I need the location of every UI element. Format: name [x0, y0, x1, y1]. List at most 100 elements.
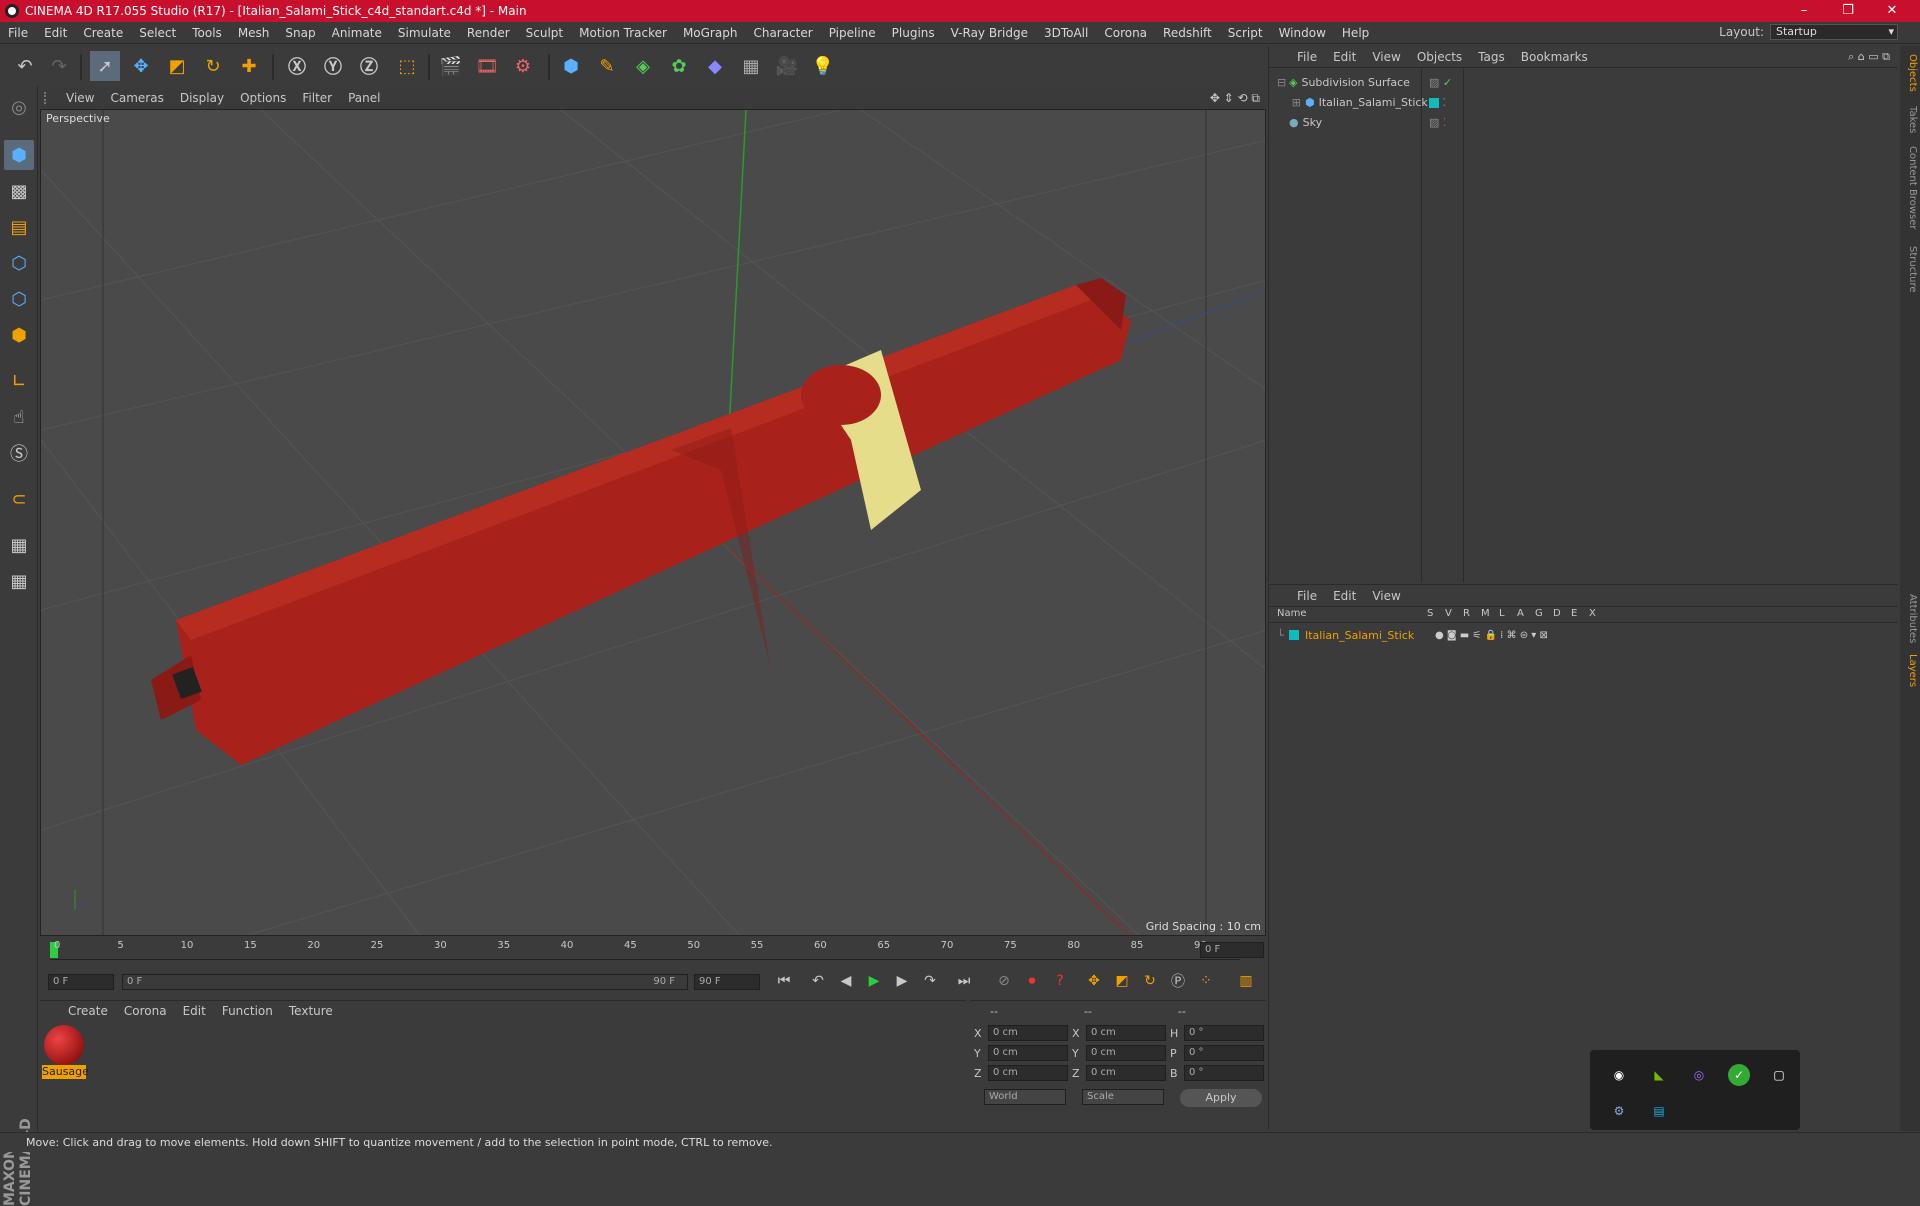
z-axis-lock-icon[interactable]: Ⓩ: [354, 51, 384, 81]
viewport-menu-view[interactable]: View: [58, 91, 102, 105]
minimize-button[interactable]: –: [1782, 0, 1826, 22]
coord-size-z[interactable]: 0 cm: [1086, 1065, 1166, 1081]
render-picture-viewer-icon[interactable]: 🎞: [472, 51, 502, 81]
x-axis-lock-icon[interactable]: Ⓧ: [282, 51, 312, 81]
next-key-icon[interactable]: ↷: [918, 969, 942, 993]
timeline-window-icon[interactable]: ▥: [1234, 969, 1258, 993]
frame-range-slider[interactable]: 0 F 90 F: [122, 974, 688, 990]
viewport-menu-filter[interactable]: Filter: [294, 91, 340, 105]
viewport-menu-panel[interactable]: Panel: [340, 91, 388, 105]
start-frame-field[interactable]: 0 F: [48, 974, 114, 990]
previous-frame-icon[interactable]: ◀: [834, 969, 858, 993]
menu-edit[interactable]: Edit: [36, 26, 75, 40]
menu-help[interactable]: Help: [1334, 26, 1377, 40]
viewport-nav-icons[interactable]: ✥ ⇕ ⟲ ⧉: [1210, 91, 1260, 106]
visibility-toggle[interactable]: ▨ ✓: [1429, 76, 1452, 89]
app-tray-icon[interactable]: ◎: [1688, 1064, 1710, 1086]
material-menu-edit[interactable]: Edit: [175, 1004, 214, 1018]
undo-icon[interactable]: ↶: [10, 51, 40, 81]
magnet-icon[interactable]: ⊂: [4, 484, 34, 514]
menu-pipeline[interactable]: Pipeline: [821, 26, 884, 40]
visibility-toggle[interactable]: ▨ ⁚: [1429, 116, 1446, 129]
material-menu-create[interactable]: Create: [60, 1004, 116, 1018]
menu-create[interactable]: Create: [75, 26, 131, 40]
axis-mode-icon[interactable]: ∟: [4, 366, 34, 396]
key-parameter-icon[interactable]: Ⓟ: [1166, 969, 1190, 993]
coord-pos-x[interactable]: 0 cm: [988, 1025, 1068, 1041]
key-position-icon[interactable]: ✥: [1082, 969, 1106, 993]
coord-rot-p[interactable]: 0 °: [1184, 1045, 1264, 1061]
object-menu-edit[interactable]: Edit: [1325, 50, 1364, 64]
coord-size-mode-dropdown[interactable]: Scale: [1082, 1089, 1164, 1105]
maximize-button[interactable]: ❐: [1826, 0, 1870, 22]
autokeying-icon[interactable]: ?: [1048, 969, 1072, 993]
close-button[interactable]: ✕: [1870, 0, 1914, 22]
layer-menu-view[interactable]: View: [1364, 589, 1408, 603]
menu-mograph[interactable]: MoGraph: [675, 26, 746, 40]
viewport-menu-display[interactable]: Display: [172, 91, 232, 105]
go-to-start-icon[interactable]: ⏮: [772, 969, 796, 993]
motion-record-icon[interactable]: ⊘: [992, 969, 1016, 993]
scale-tool-icon[interactable]: ◩: [162, 51, 192, 81]
monitor-tray-icon[interactable]: ▤: [1648, 1100, 1670, 1122]
menu-file[interactable]: File: [0, 26, 36, 40]
end-frame-field[interactable]: 90 F: [694, 974, 760, 990]
coord-mode-dropdown[interactable]: World: [984, 1089, 1066, 1105]
key-rotation-icon[interactable]: ↻: [1138, 969, 1162, 993]
material-swatch[interactable]: Sausage: [42, 1025, 89, 1081]
make-editable-icon[interactable]: ◎: [4, 92, 34, 122]
next-frame-icon[interactable]: ▶: [890, 969, 914, 993]
object-menu-bookmarks[interactable]: Bookmarks: [1513, 50, 1596, 64]
play-icon[interactable]: ▶: [862, 969, 886, 993]
workplane-mode-icon[interactable]: ▤: [4, 212, 34, 242]
workplane-lock-icon[interactable]: ▦: [4, 530, 34, 560]
tab-objects[interactable]: Objects: [1902, 54, 1918, 92]
cloner-icon[interactable]: ✿: [664, 51, 694, 81]
tab-content-browser[interactable]: Content Browser: [1902, 146, 1918, 229]
menu-vray-bridge[interactable]: V-Ray Bridge: [943, 26, 1036, 40]
menu-sculpt[interactable]: Sculpt: [518, 26, 571, 40]
tweak-mode-icon[interactable]: ☝: [4, 402, 34, 432]
menu-window[interactable]: Window: [1271, 26, 1334, 40]
current-frame-field[interactable]: 0 F: [1200, 942, 1264, 958]
3d-viewport[interactable]: Perspective Grid Spacing : 10 cm: [40, 109, 1266, 936]
menu-select[interactable]: Select: [131, 26, 184, 40]
subdivision-surface-icon[interactable]: ◈: [628, 51, 658, 81]
texture-mode-icon[interactable]: ▩: [4, 176, 34, 206]
coord-rot-h[interactable]: 0 °: [1184, 1025, 1264, 1041]
key-scale-icon[interactable]: ◩: [1110, 969, 1134, 993]
menu-simulate[interactable]: Simulate: [390, 26, 459, 40]
layer-row[interactable]: └ Italian_Salami_Stick ● ◙ ▬ ⚟ 🔒 ⁞ ⌘ ⊜ ▾…: [1277, 625, 1887, 645]
model-mode-icon[interactable]: ⬢: [4, 140, 34, 170]
light-icon[interactable]: 💡: [808, 51, 838, 81]
coord-pos-y[interactable]: 0 cm: [988, 1045, 1068, 1061]
menu-motion-tracker[interactable]: Motion Tracker: [571, 26, 675, 40]
move-tool-icon[interactable]: ✥: [126, 51, 156, 81]
material-menu-texture[interactable]: Texture: [281, 1004, 341, 1018]
object-row-subdivision-surface[interactable]: ⊟ ◈ Subdivision Surface ▨ ✓: [1277, 72, 1887, 92]
record-active-objects-icon[interactable]: ⏺: [1020, 969, 1044, 993]
key-pla-icon[interactable]: ⁘: [1194, 969, 1218, 993]
object-row-italian-salami-stick[interactable]: ⊞ ⬢ Italian_Salami_Stick ⁚: [1277, 92, 1887, 112]
workplane-align-icon[interactable]: ▦: [4, 566, 34, 596]
layer-color-swatch[interactable]: [1289, 630, 1299, 640]
coord-rot-b[interactable]: 0 °: [1184, 1065, 1264, 1081]
go-to-end-icon[interactable]: ⏭: [952, 969, 976, 993]
previous-key-icon[interactable]: ↶: [806, 969, 830, 993]
tab-attributes[interactable]: Attributes: [1902, 594, 1918, 643]
material-menu-function[interactable]: Function: [214, 1004, 281, 1018]
object-row-sky[interactable]: ● Sky ▨ ⁚: [1277, 112, 1887, 132]
cube-primitive-icon[interactable]: ⬢: [556, 51, 586, 81]
menu-snap[interactable]: Snap: [277, 26, 323, 40]
camera-icon[interactable]: 🎥: [772, 51, 802, 81]
discord-icon[interactable]: ◉: [1608, 1064, 1630, 1086]
layer-toggles[interactable]: ● ◙ ▬ ⚟ 🔒 ⁞ ⌘ ⊜ ▾ ⊠: [1435, 630, 1548, 641]
nvidia-icon[interactable]: ◣: [1648, 1064, 1670, 1086]
coordinate-system-icon[interactable]: ⬚: [392, 51, 422, 81]
points-mode-icon[interactable]: ⬡: [4, 248, 34, 278]
coord-size-y[interactable]: 0 cm: [1086, 1045, 1166, 1061]
menu-3dtoall[interactable]: 3DToAll: [1036, 26, 1096, 40]
viewport-menu-options[interactable]: Options: [232, 91, 294, 105]
render-settings-icon[interactable]: ⚙: [508, 51, 538, 81]
rotate-tool-icon[interactable]: ↻: [198, 51, 228, 81]
